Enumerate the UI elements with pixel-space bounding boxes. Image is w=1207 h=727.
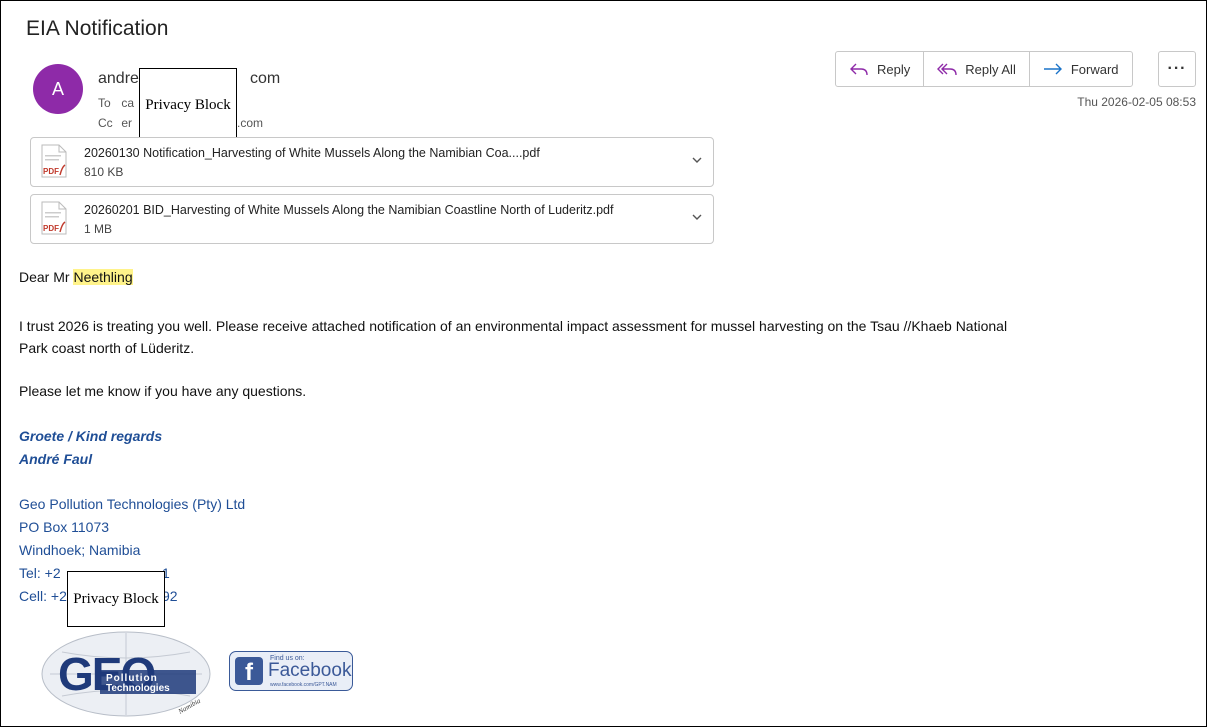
signature-city: Windhoek; Namibia	[19, 542, 141, 558]
facebook-icon: f	[235, 657, 263, 686]
forward-button[interactable]: Forward	[1030, 52, 1132, 86]
greeting-prefix: Dear Mr	[19, 269, 74, 285]
attachment-name: 20260201 BID_Harvesting of White Mussels…	[84, 203, 614, 217]
attachment-size: 1 MB	[84, 222, 113, 236]
reply-all-label: Reply All	[965, 61, 1016, 77]
sender-address[interactable]: andre com	[98, 70, 280, 88]
forward-icon	[1043, 63, 1062, 75]
signature-cell: Cell: +2 92	[19, 588, 178, 604]
svg-text:PDF: PDF	[43, 167, 59, 176]
privacy-block-label: Privacy Block	[73, 590, 159, 607]
cc-address-end: .com	[237, 116, 264, 130]
action-buttons: Reply Reply All Forward	[835, 51, 1133, 87]
signature-po-box: PO Box 11073	[19, 519, 110, 535]
reply-label: Reply	[877, 61, 911, 77]
svg-text:PDF: PDF	[43, 224, 59, 233]
privacy-block-label: Privacy Block	[145, 96, 231, 113]
attachment-item[interactable]: PDF 20260201 BID_Harvesting of White Mus…	[30, 194, 714, 244]
facebook-logo[interactable]: f Find us on: Facebook www.facebook.com/…	[229, 651, 353, 691]
pdf-icon: PDF	[41, 201, 67, 235]
pdf-icon: PDF	[41, 144, 67, 178]
body-paragraph-1-line-2: Park coast north of Lüderitz.	[19, 340, 195, 356]
sent-date: Thu 2026-02-05 08:53	[1077, 95, 1196, 109]
cc-label: Cc	[98, 116, 113, 130]
facebook-wordmark: Facebook	[268, 660, 352, 681]
reply-all-button[interactable]: Reply All	[924, 52, 1030, 86]
privacy-block-header: Privacy Block	[139, 68, 237, 142]
signature-name: André Faul	[19, 451, 93, 467]
signature-tel-start: Tel: +2	[19, 565, 61, 581]
signature-company: Geo Pollution Technologies (Pty) Ltd	[19, 496, 246, 512]
facebook-url: www.facebook.com/GPT.NAM	[270, 682, 337, 688]
chevron-down-icon[interactable]	[691, 154, 703, 166]
body-paragraph-1-line-1: I trust 2026 is treating you well. Pleas…	[19, 318, 1008, 334]
geo-logo[interactable]: GEO Pollution Technologies Namibia	[40, 630, 212, 718]
sender-avatar[interactable]: A	[33, 64, 83, 114]
reply-all-icon	[937, 63, 957, 76]
privacy-block-signature: Privacy Block	[67, 571, 165, 627]
forward-label: Forward	[1070, 61, 1119, 77]
to-address[interactable]: ca	[121, 96, 134, 110]
more-actions-button[interactable]: ···	[1158, 51, 1196, 87]
attachment-item[interactable]: PDF 20260130 Notification_Harvesting of …	[30, 137, 714, 187]
cc-line: Cc er .com	[98, 116, 263, 130]
signature-regards: Groete / Kind regards	[19, 428, 163, 444]
chevron-down-icon[interactable]	[691, 211, 703, 223]
sender-address-end: com	[250, 70, 281, 87]
greeting: Dear Mr Neethling	[19, 269, 133, 285]
signature-cell-start: Cell: +2	[19, 588, 67, 604]
sender-address-start: andre	[98, 70, 139, 87]
email-subject: EIA Notification	[26, 17, 169, 40]
reply-button[interactable]: Reply	[836, 52, 925, 86]
to-label: To	[98, 96, 111, 110]
body-paragraph-2: Please let me know if you have any quest…	[19, 383, 307, 399]
cc-address-start[interactable]: er	[121, 116, 132, 130]
geo-logo-line2: Technologies	[106, 683, 170, 694]
reply-icon	[850, 63, 868, 76]
attachment-size: 810 KB	[84, 165, 124, 179]
to-line: To ca	[98, 96, 134, 110]
greeting-name: Neethling	[73, 269, 133, 285]
signature-tel: Tel: +2 1	[19, 565, 170, 581]
attachment-name: 20260130 Notification_Harvesting of Whit…	[84, 146, 540, 160]
